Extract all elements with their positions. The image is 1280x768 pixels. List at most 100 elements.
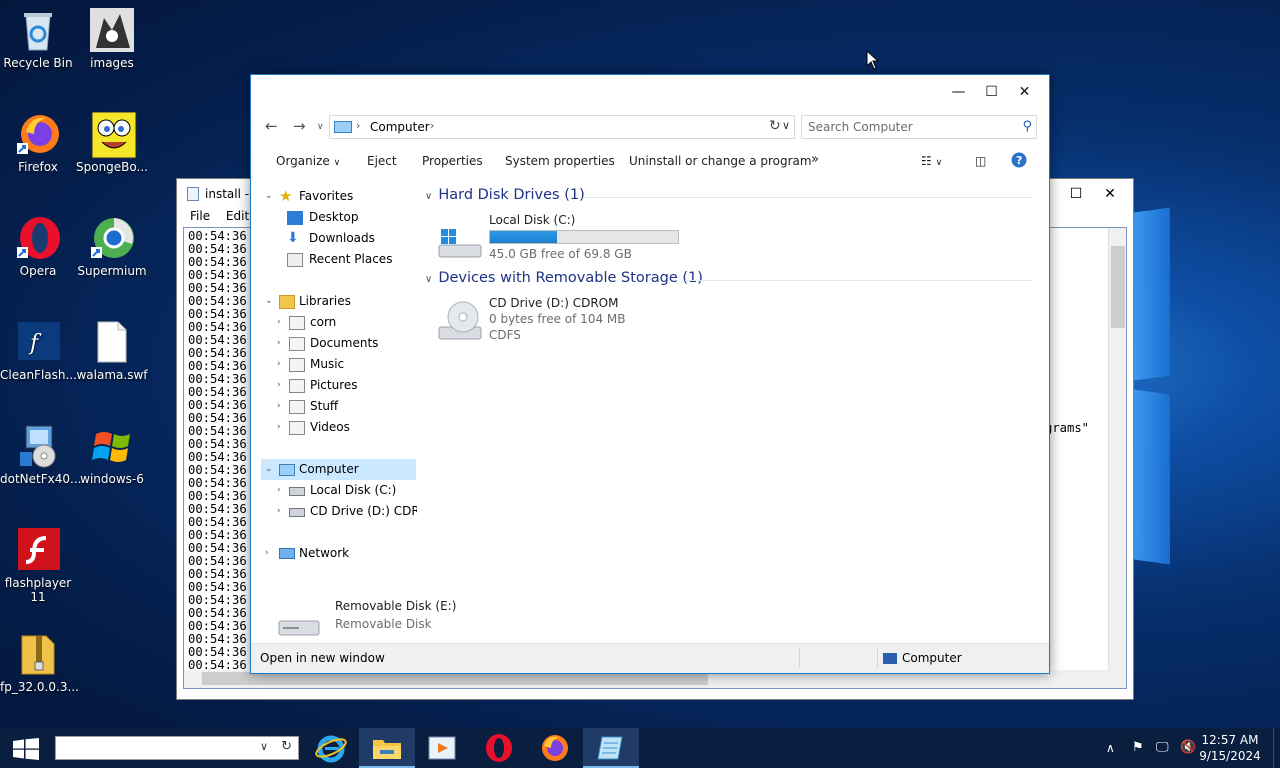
refresh-icon[interactable]: ↻ xyxy=(769,118,781,134)
taskbar-media-player[interactable] xyxy=(415,728,471,768)
recent-locations-icon[interactable]: ∨ xyxy=(317,122,324,132)
notepad-icon xyxy=(187,187,199,201)
search-icon[interactable]: ⚲ xyxy=(1022,119,1032,134)
expand-chevron-icon[interactable]: › xyxy=(277,354,281,375)
organize-button[interactable]: Organize ∨ xyxy=(276,154,340,168)
recent-places-icon xyxy=(287,253,303,267)
expand-chevron-icon[interactable]: › xyxy=(277,396,281,417)
cd-drive-icon xyxy=(289,508,305,517)
search-placeholder: Search Computer xyxy=(808,120,913,134)
collapse-chevron-icon[interactable]: ⌄ xyxy=(265,186,273,207)
start-button[interactable] xyxy=(13,738,39,760)
taskbar-notepad[interactable] xyxy=(583,728,639,768)
back-arrow-icon[interactable]: ← xyxy=(265,117,278,135)
vertical-scrollbar[interactable] xyxy=(1108,228,1126,672)
desktop-icon-recycle-bin[interactable]: Recycle Bin xyxy=(0,8,76,70)
minimize-icon[interactable]: — xyxy=(942,75,975,109)
menu-edit[interactable]: Edit xyxy=(226,209,249,223)
uninstall-program-button[interactable]: Uninstall or change a program xyxy=(629,154,812,168)
group-header-hard-disk[interactable]: ∨ Hard Disk Drives (1) xyxy=(425,187,585,203)
drive-c-usage-bar xyxy=(489,230,679,244)
navigation-pane[interactable]: ⌄ ★ Favorites Desktop ⬇ Downloads Recent… xyxy=(251,179,417,643)
desktop-icon-firefox[interactable]: Firefox xyxy=(0,112,76,174)
firefox-icon xyxy=(542,735,568,761)
library-icon xyxy=(289,400,305,414)
hard-drive-icon xyxy=(289,487,305,496)
collapse-chevron-icon: ∨ xyxy=(425,191,433,202)
installer-icon xyxy=(16,424,60,468)
pictures-icon xyxy=(289,379,305,393)
expand-chevron-icon[interactable]: › xyxy=(277,333,281,354)
drive-c-name: Local Disk (C:) xyxy=(489,213,576,227)
desktop-icon-dotnetfx[interactable]: dotNetFx40... xyxy=(0,424,81,486)
desktop-icon xyxy=(287,211,303,225)
desktop-icon-supermium[interactable]: Supermium xyxy=(74,216,150,278)
expand-chevron-icon[interactable]: › xyxy=(277,417,281,438)
desktop-icon-cleanflash[interactable]: f CleanFlash... xyxy=(0,320,77,382)
desktop-icon-opera[interactable]: Opera xyxy=(0,216,76,278)
action-center-flag-icon[interactable]: ⚑ xyxy=(1132,740,1144,755)
search-box[interactable]: Search Computer ⚲ xyxy=(801,115,1037,139)
group-divider xyxy=(583,197,1033,198)
explorer-title-bar[interactable]: — ☐ ✕ xyxy=(251,75,1049,109)
group-header-removable[interactable]: ∨ Devices with Removable Storage (1) xyxy=(425,270,703,286)
close-icon[interactable]: ✕ xyxy=(1008,75,1041,109)
desktop-icon-flashplayer[interactable]: flashplayer 11 xyxy=(0,528,76,604)
explorer-body: ⌄ ★ Favorites Desktop ⬇ Downloads Recent… xyxy=(251,179,1049,643)
opera-icon xyxy=(16,216,60,260)
address-location[interactable]: Computer xyxy=(370,120,430,134)
firefox-icon xyxy=(16,112,60,156)
status-bar: Open in new window Computer xyxy=(251,643,1049,673)
collapse-chevron-icon[interactable]: ⌄ xyxy=(265,459,273,480)
download-arrow-icon: ⬇ xyxy=(287,230,299,246)
desktop-icon-windows6[interactable]: windows-6 xyxy=(74,424,150,486)
preview-pane-icon[interactable]: ◫ xyxy=(975,154,986,168)
dropdown-icon[interactable]: ∨ xyxy=(260,740,268,753)
maximize-icon[interactable]: ☐ xyxy=(975,75,1008,109)
expand-chevron-icon[interactable]: › xyxy=(277,501,281,522)
taskbar-file-explorer[interactable] xyxy=(359,728,415,768)
show-desktop-button[interactable] xyxy=(1273,728,1280,768)
maximize-icon[interactable]: ☐ xyxy=(1059,179,1093,209)
collapse-chevron-icon[interactable]: ⌄ xyxy=(265,291,273,312)
help-icon[interactable]: ? xyxy=(1011,152,1027,171)
tree-cd-drive[interactable]: › CD Drive (D:) CDROM xyxy=(277,501,417,522)
network-icon xyxy=(279,548,295,559)
refresh-icon[interactable]: ↻ xyxy=(281,739,292,754)
taskbar: ∨ ↻ ∧ ⚑ 🖵 🔇 12:57 AM 9/15/2024 xyxy=(0,728,1280,768)
drive-d-name: CD Drive (D:) CDROM xyxy=(489,296,619,310)
file-explorer-window[interactable]: — ☐ ✕ ← → ∨ › Computer › ∨ ↻ Search Comp… xyxy=(250,74,1050,674)
properties-button[interactable]: Properties xyxy=(422,154,483,168)
desktop-icon-images[interactable]: images xyxy=(74,8,150,70)
taskbar-internet-explorer[interactable] xyxy=(303,728,359,768)
content-pane[interactable]: ∨ Hard Disk Drives (1) Local Disk (C:) 45… xyxy=(423,179,1049,643)
desktop-icon-walama[interactable]: walama.swf xyxy=(74,320,150,382)
address-dropdown-icon[interactable]: ∨ xyxy=(782,119,790,132)
windows-flag-icon xyxy=(90,424,134,468)
taskbar-opera[interactable] xyxy=(471,728,527,768)
desktop-icon-fp32[interactable]: fp_32.0.0.3... xyxy=(0,632,79,694)
network-icon[interactable]: 🖵 xyxy=(1156,740,1169,755)
more-commands-button[interactable]: » xyxy=(811,152,819,167)
volume-muted-icon[interactable]: 🔇 xyxy=(1180,740,1196,755)
eject-button[interactable]: Eject xyxy=(367,154,397,168)
recycle-bin-icon xyxy=(16,8,60,52)
taskbar-firefox[interactable] xyxy=(527,728,583,768)
close-icon[interactable]: ✕ xyxy=(1093,179,1127,209)
expand-chevron-icon[interactable]: › xyxy=(277,375,281,396)
expand-chevron-icon[interactable]: › xyxy=(265,543,269,564)
desktop-icon-label: Recycle Bin xyxy=(3,56,73,70)
show-hidden-icons-chevron[interactable]: ∧ xyxy=(1106,741,1115,755)
system-properties-button[interactable]: System properties xyxy=(505,154,615,168)
documents-icon xyxy=(289,337,305,351)
desktop-icon-spongebob[interactable]: SpongeBo... xyxy=(74,111,150,174)
address-bar[interactable]: › Computer › ∨ xyxy=(329,115,795,139)
expand-chevron-icon[interactable]: › xyxy=(277,480,281,501)
forward-arrow-icon[interactable]: → xyxy=(293,117,306,135)
menu-file[interactable]: File xyxy=(190,209,210,223)
computer-icon xyxy=(279,464,295,476)
expand-chevron-icon[interactable]: › xyxy=(277,312,281,333)
taskbar-clock[interactable]: 12:57 AM 9/15/2024 xyxy=(1196,732,1264,764)
change-view-icon[interactable]: ☷ ∨ xyxy=(921,154,942,168)
taskbar-search-box[interactable]: ∨ ↻ xyxy=(55,736,299,760)
